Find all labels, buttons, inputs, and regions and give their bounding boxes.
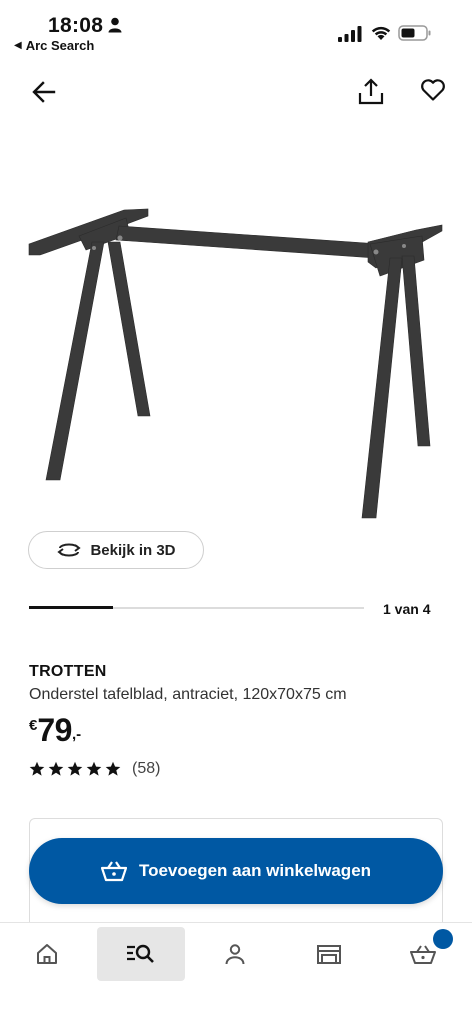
add-to-cart-label: Toevoegen aan winkelwagen (138, 861, 372, 880)
add-to-cart-button[interactable]: Toevoegen aan winkelwagen (29, 838, 443, 904)
tab-profile[interactable] (191, 927, 279, 981)
view-3d-label: Bekijk in 3D (90, 541, 176, 559)
profile-icon (225, 944, 245, 965)
person-icon (108, 17, 122, 33)
back-button[interactable] (30, 78, 58, 106)
back-app-label: Arc Search (25, 38, 95, 53)
price-amount: 79 (37, 712, 72, 748)
star-icon (105, 761, 121, 776)
product-name: TROTTEN (29, 663, 107, 680)
home-icon (37, 944, 57, 964)
star-icon (29, 761, 45, 776)
gallery-progress-fill (29, 606, 113, 609)
store-icon (317, 945, 341, 964)
bottom-tab-bar (0, 922, 472, 1025)
star-icon (48, 761, 64, 776)
share-button[interactable] (356, 77, 386, 107)
wifi-icon (371, 26, 391, 40)
price-currency: € (29, 717, 38, 734)
cart-icon (410, 945, 436, 964)
product-image[interactable] (24, 200, 448, 530)
back-triangle-icon: ◀ (14, 40, 22, 51)
tab-store[interactable] (285, 927, 373, 981)
favorite-button[interactable] (420, 78, 448, 106)
view-3d-button[interactable]: Bekijk in 3D (28, 531, 204, 569)
cellular-signal-icon (338, 26, 362, 42)
heart-icon (421, 79, 445, 101)
search-icon (127, 944, 154, 963)
back-to-app-link[interactable]: ◀ Arc Search (14, 38, 94, 53)
cart-badge (433, 929, 453, 949)
gallery-position-label: 1 van 4 (383, 601, 431, 617)
rating-stars (29, 761, 121, 777)
gallery-progress-track (29, 606, 364, 609)
star-icon (86, 761, 102, 776)
rotate-3d-icon (57, 543, 82, 557)
star-icon (67, 761, 83, 776)
arrow-left-icon (32, 81, 56, 103)
product-price: € 79 ,- (29, 712, 81, 749)
tab-search[interactable] (97, 927, 185, 981)
product-rating[interactable]: (58) (29, 760, 160, 778)
product-description: Onderstel tafelblad, antraciet, 120x70x7… (29, 686, 347, 703)
battery-icon (398, 25, 431, 41)
status-time: 18:08 (48, 14, 104, 37)
tab-cart[interactable] (379, 927, 467, 981)
share-icon (358, 78, 384, 105)
shopping-basket-icon (100, 861, 127, 882)
tab-home[interactable] (3, 927, 91, 981)
review-count: (58) (132, 760, 161, 777)
price-decimals: ,- (71, 726, 82, 743)
